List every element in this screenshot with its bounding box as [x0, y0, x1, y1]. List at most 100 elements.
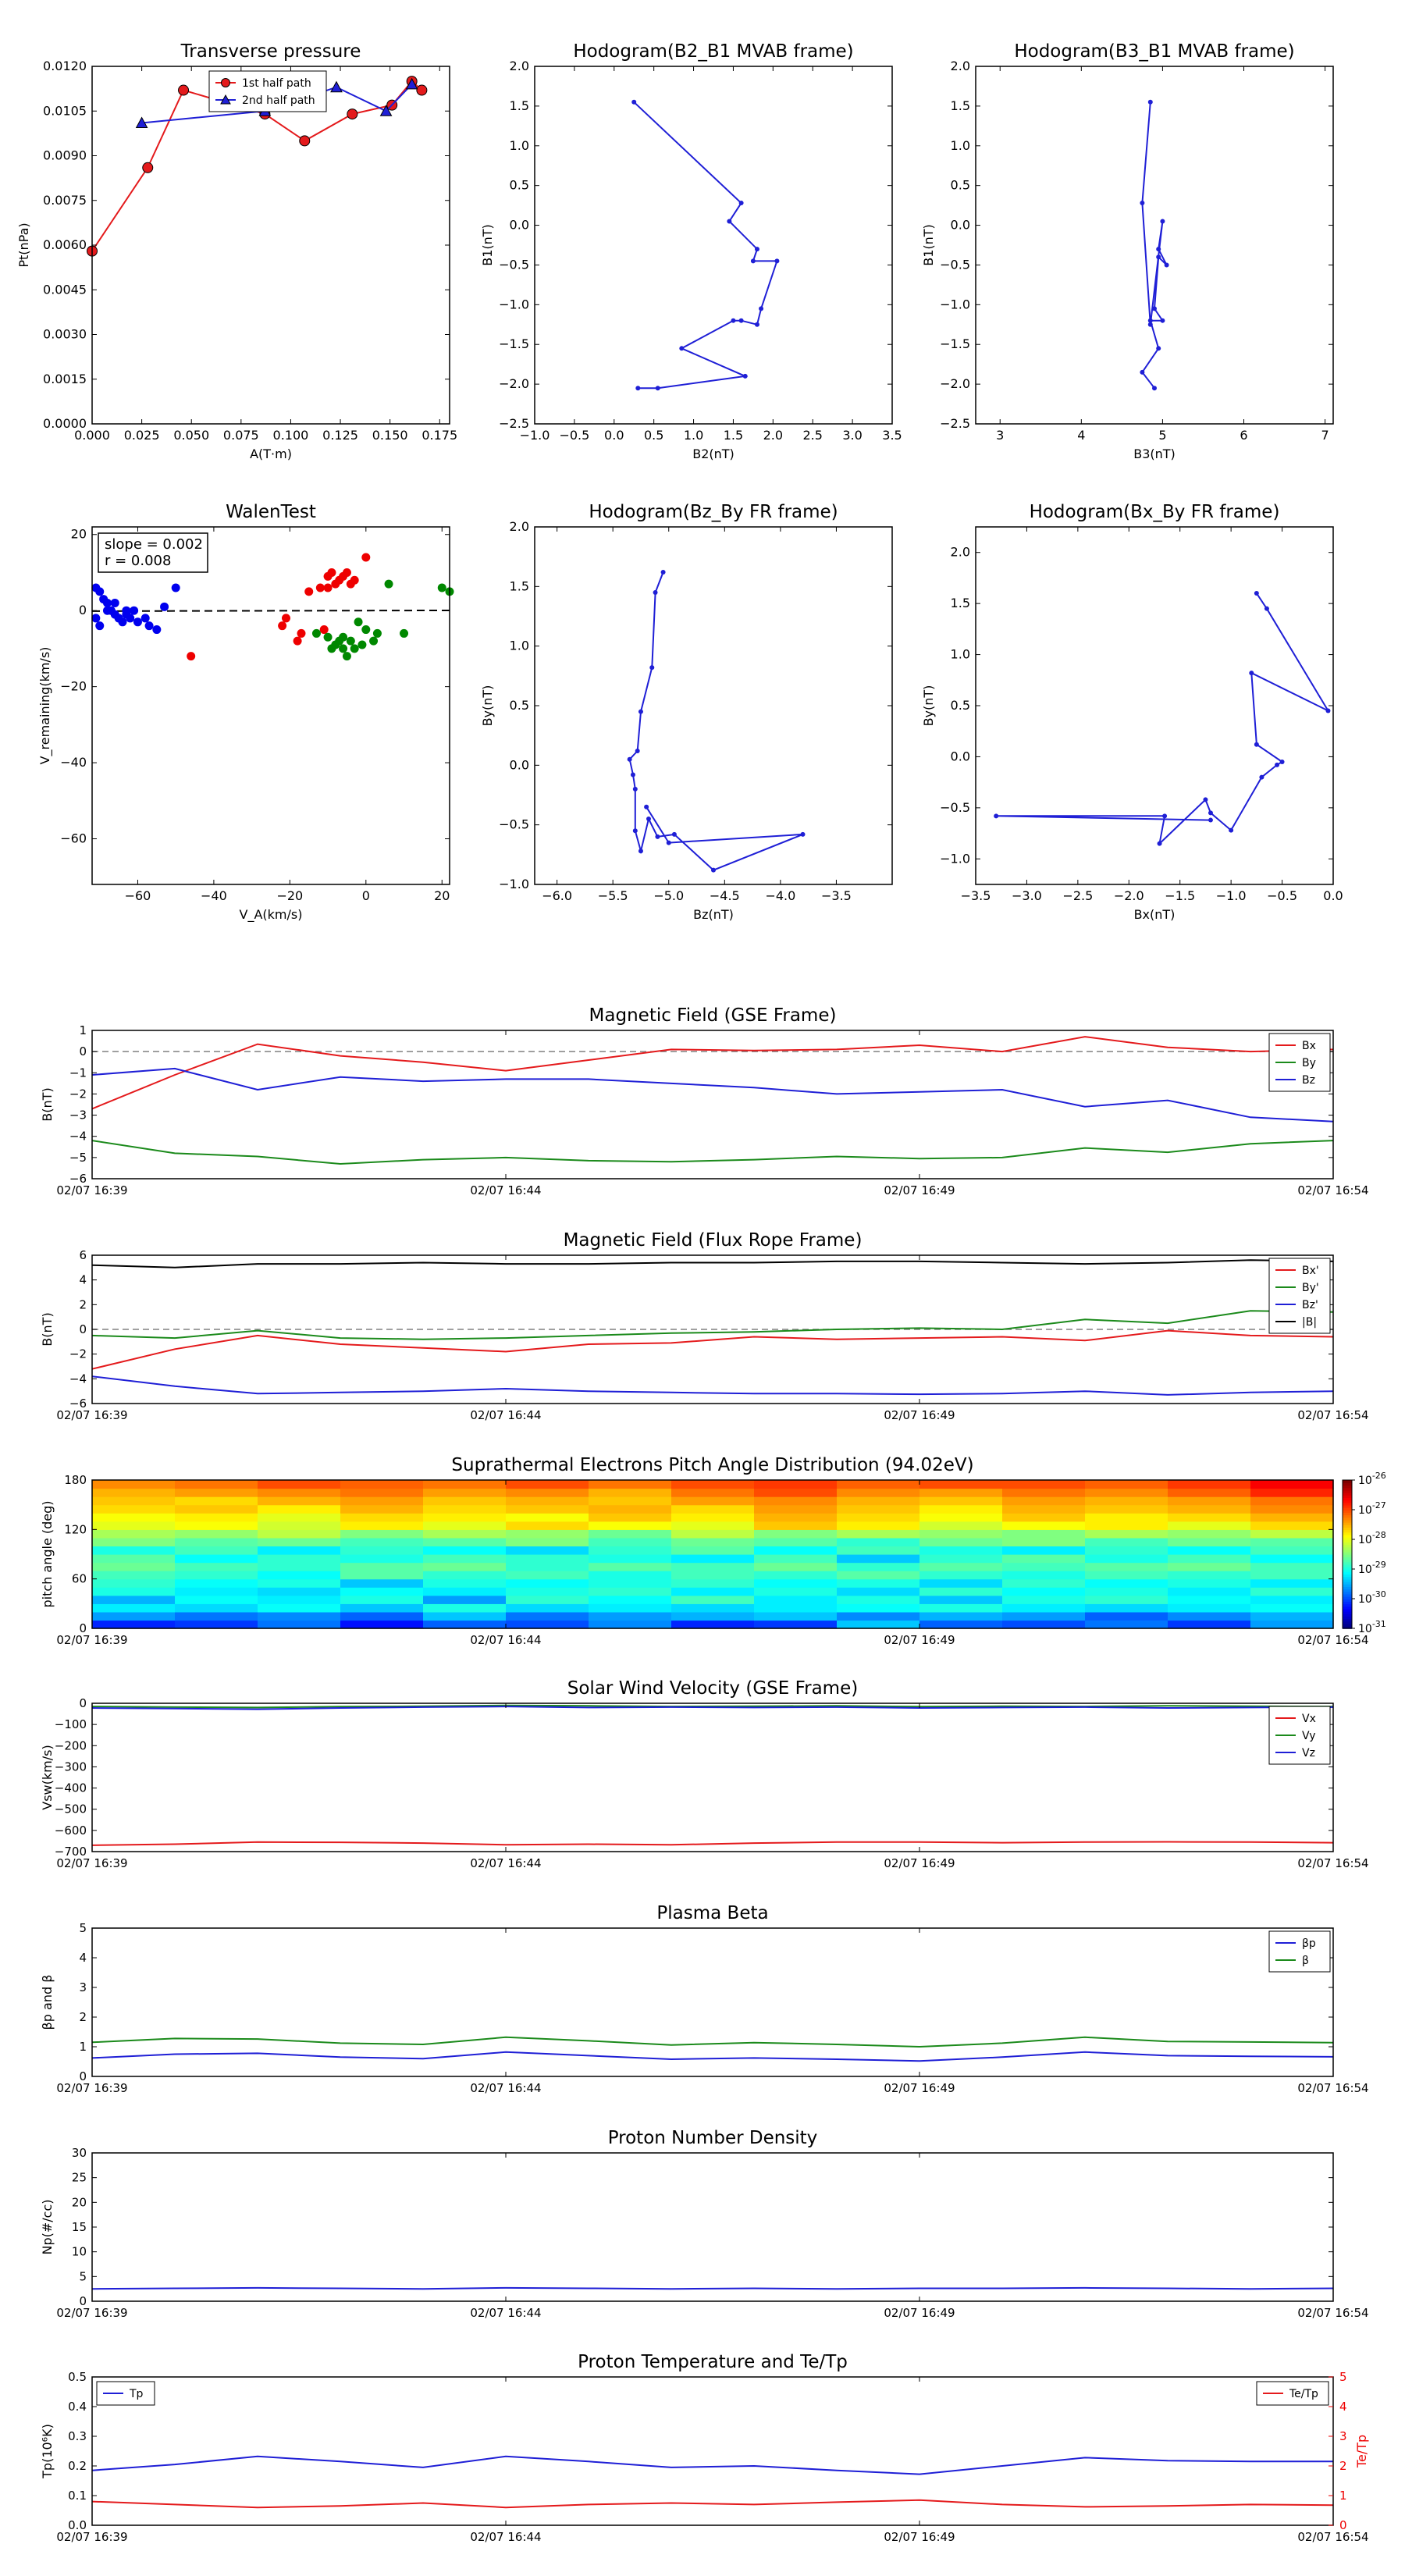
- heatmap-cell: [1168, 1562, 1251, 1571]
- data-point: [1140, 369, 1145, 375]
- sw-velocity-chart: Solar Wind Velocity (GSE Frame) 02/07 16:…: [40, 1678, 1369, 1870]
- heatmap-cell: [258, 1480, 341, 1489]
- heatmap-cell: [671, 1496, 755, 1506]
- x-tick-label: 02/07 16:44: [470, 1408, 541, 1422]
- x-tick-label: 02/07 16:39: [56, 2530, 127, 2544]
- heatmap-cell: [919, 1480, 1003, 1489]
- heatmap-cell: [671, 1571, 755, 1580]
- heatmap-cell: [258, 1571, 341, 1580]
- plot-frame: [91, 1030, 1334, 1179]
- data-point: [323, 632, 333, 642]
- heatmap-cell: [92, 1611, 176, 1621]
- heatmap-cell: [1250, 1504, 1334, 1514]
- x-tick-label: 0.0: [604, 428, 624, 443]
- heatmap-cell: [1085, 1504, 1168, 1514]
- heatmap-cell: [340, 1496, 424, 1506]
- data-point: [638, 709, 643, 714]
- data-point: [644, 804, 649, 809]
- data-point: [738, 201, 744, 206]
- chart-title: Hodogram(Bz_By FR frame): [589, 502, 838, 522]
- data-point: [1152, 306, 1157, 311]
- heatmap-cell: [589, 1504, 672, 1514]
- legend-label: Vx: [1302, 1713, 1316, 1725]
- heatmap-cell: [1168, 1595, 1251, 1604]
- heatmap-cell: [1250, 1620, 1334, 1629]
- heatmap-cell: [506, 1554, 589, 1564]
- x-tick-label: −1.5: [1165, 888, 1195, 903]
- heatmap-cell: [671, 1504, 755, 1514]
- proton-temp-chart: Proton Temperature and Te/Tp02/07 16:39 0…: [40, 2352, 1369, 2544]
- heatmap-cell: [919, 1496, 1003, 1506]
- data-point: [311, 628, 321, 638]
- data-point: [653, 589, 658, 595]
- y-tick-label: −200: [55, 1738, 87, 1752]
- heatmap-cell: [589, 1529, 672, 1539]
- heatmap-cell: [754, 1504, 838, 1514]
- heatmap-cell: [506, 1480, 589, 1489]
- heatmap-cell: [1002, 1488, 1086, 1497]
- y-tick-label: 20: [71, 527, 87, 542]
- y-axis-label: Vsw(km/s): [40, 1745, 55, 1809]
- data-point: [350, 575, 359, 585]
- data-point: [1254, 742, 1259, 747]
- data-point: [118, 617, 127, 627]
- heatmap-cell: [671, 1595, 755, 1604]
- data-point: [281, 614, 290, 623]
- heatmap-cell: [919, 1554, 1003, 1564]
- heatmap-cell: [1002, 1587, 1086, 1596]
- colorbar-tick-label: 10-30: [1358, 1589, 1386, 1606]
- heatmap-cell: [340, 1554, 424, 1564]
- heatmap-cell: [837, 1603, 920, 1613]
- colorbar-segment: [1343, 1480, 1352, 1483]
- heatmap-cell: [589, 1546, 672, 1555]
- legend-right: Te/Tp: [1256, 2381, 1329, 2406]
- heatmap-cell: [92, 1529, 176, 1539]
- data-point: [1147, 99, 1153, 105]
- y-tick-label: 0.3: [68, 2429, 87, 2443]
- heatmap-cell: [589, 1521, 672, 1530]
- y-tick-label: −6: [69, 1172, 87, 1186]
- heatmap-cell: [423, 1521, 507, 1530]
- data-point: [102, 598, 112, 607]
- heatmap-cell: [837, 1529, 920, 1539]
- legend-label: βp: [1302, 1937, 1316, 1950]
- heatmap-cell: [837, 1521, 920, 1530]
- x-tick-label: 02/07 16:49: [884, 2081, 955, 2095]
- x-tick-label: 3: [996, 428, 1004, 443]
- y-tick-label: 4: [79, 1273, 87, 1287]
- legend-label: |B|: [1302, 1316, 1317, 1329]
- data-point: [357, 640, 367, 649]
- heatmap-cell: [919, 1571, 1003, 1580]
- data-point: [1259, 774, 1264, 780]
- heatmap-cell: [1085, 1554, 1168, 1564]
- heatmap-cell: [340, 1620, 424, 1629]
- data-point: [102, 606, 112, 615]
- y-tick-label: 1.5: [951, 98, 970, 113]
- y-tick-label: 0.0: [951, 218, 970, 233]
- data-point: [130, 606, 139, 615]
- heatmap-cell: [258, 1587, 341, 1596]
- heatmap-cell: [506, 1529, 589, 1539]
- data-point: [361, 625, 371, 635]
- heatmap-cell: [1250, 1562, 1334, 1571]
- y-tick-label: 0: [79, 603, 87, 617]
- heatmap-cell: [423, 1496, 507, 1506]
- y-tick-label: −700: [55, 1845, 87, 1859]
- legend: Bx' By' Bz' |B|: [1268, 1258, 1331, 1334]
- heatmap-cell: [1168, 1578, 1251, 1588]
- heatmap-cell: [340, 1480, 424, 1489]
- x-axis-label: V_A(km/s): [240, 907, 303, 923]
- heatmap-cell: [837, 1571, 920, 1580]
- heatmap-cell: [1002, 1554, 1086, 1564]
- heatmap-cell: [589, 1562, 672, 1571]
- heatmap-cell: [1002, 1546, 1086, 1555]
- heatmap-cell: [1085, 1595, 1168, 1604]
- data-point: [133, 617, 142, 627]
- heatmap-cell: [754, 1611, 838, 1621]
- x-tick-label: 02/07 16:49: [884, 1856, 955, 1870]
- x-tick-label: −6.0: [542, 888, 572, 903]
- data-point: [646, 817, 651, 822]
- x-tick-label: 0.075: [223, 428, 259, 443]
- heatmap-cell: [1002, 1578, 1086, 1588]
- heatmap-cell: [175, 1504, 258, 1514]
